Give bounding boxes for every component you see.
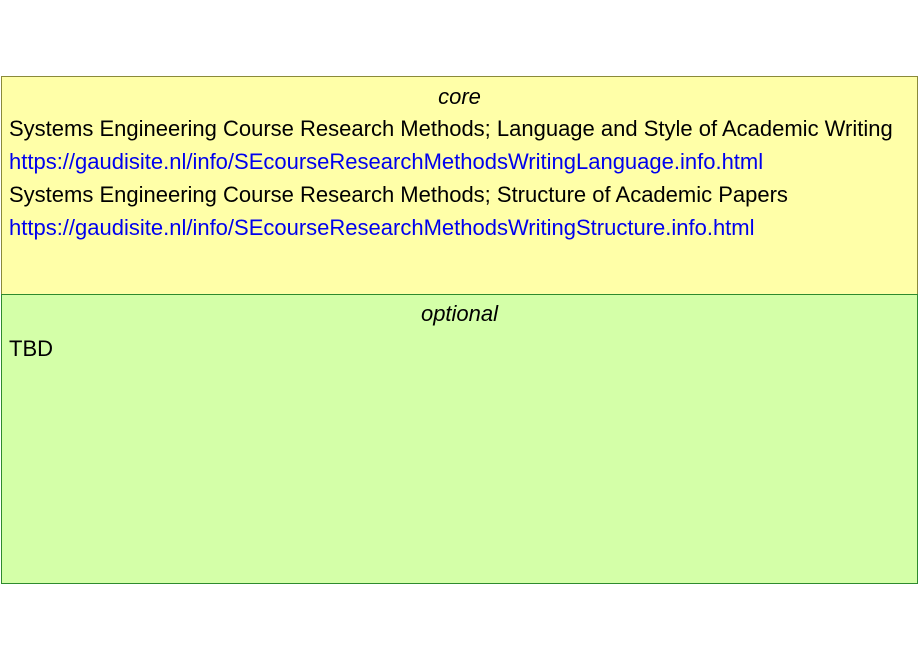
optional-content: TBD: [9, 336, 53, 361]
optional-section: optional TBD: [1, 294, 918, 584]
optional-section-title: optional: [420, 301, 499, 326]
core-section-title: core: [438, 84, 481, 109]
core-entry-link[interactable]: https://gaudisite.nl/info/SEcourseResear…: [9, 148, 909, 176]
core-entry-list: Systems Engineering Course Research Meth…: [2, 114, 917, 242]
core-section: core Systems Engineering Course Research…: [1, 76, 918, 295]
core-entry-title: Systems Engineering Course Research Meth…: [9, 116, 893, 141]
core-entry-title: Systems Engineering Course Research Meth…: [9, 182, 788, 207]
core-entry-link[interactable]: https://gaudisite.nl/info/SEcourseResear…: [9, 214, 909, 242]
optional-entry-list: TBD: [2, 336, 917, 362]
